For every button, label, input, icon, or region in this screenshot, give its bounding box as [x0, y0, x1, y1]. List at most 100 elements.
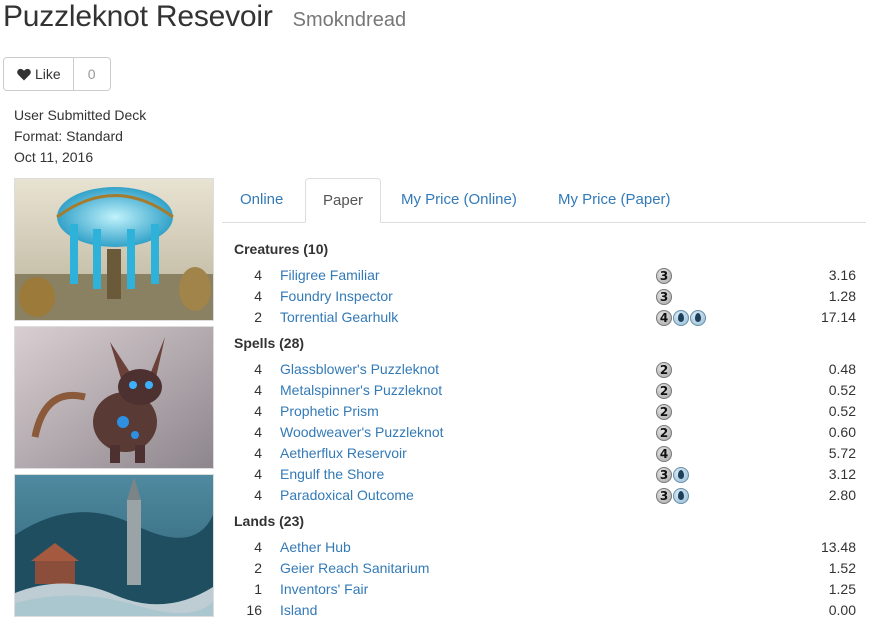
- generic-mana-icon: 2: [656, 383, 672, 399]
- heart-icon: [17, 68, 31, 80]
- card-row: 4 Metalspinner's Puzzleknot 2 0.52: [234, 380, 856, 401]
- card-quantity: 16: [246, 602, 262, 618]
- card-row: 2 Geier Reach Sanitarium 1.52: [234, 558, 856, 579]
- card-art-filigree-familiar[interactable]: [14, 326, 214, 469]
- mana-cost: 4: [656, 446, 672, 462]
- mana-cost: 3: [656, 289, 672, 305]
- tab-my-price-paper[interactable]: My Price (Paper): [541, 178, 688, 222]
- card-name-link[interactable]: Prophetic Prism: [280, 401, 379, 422]
- blue-mana-icon: [673, 467, 689, 483]
- card-row: 4 Aether Hub 13.48: [234, 537, 856, 558]
- card-price: 1.28: [828, 288, 856, 304]
- deck-source: User Submitted Deck: [14, 107, 147, 123]
- deck-author[interactable]: Smokndread: [293, 9, 406, 32]
- generic-mana-icon: 3: [656, 467, 672, 483]
- generic-mana-icon: 4: [656, 446, 672, 462]
- art-image: [15, 327, 213, 468]
- tab-online[interactable]: Online: [223, 178, 300, 222]
- card-quantity: 4: [254, 539, 262, 555]
- card-row: 4 Aetherflux Reservoir 4 5.72: [234, 443, 856, 464]
- generic-mana-icon: 4: [656, 310, 672, 326]
- title-row: Puzzleknot Resevoir Smokndread: [3, 0, 406, 44]
- card-price: 13.48: [820, 539, 856, 555]
- card-price: 17.14: [820, 309, 856, 325]
- card-quantity: 2: [254, 309, 262, 325]
- card-row: 16 Island 0.00: [234, 600, 856, 621]
- card-name-link[interactable]: Foundry Inspector: [280, 286, 393, 307]
- card-row: 4 Glassblower's Puzzleknot 2 0.48: [234, 359, 856, 380]
- card-quantity: 4: [254, 487, 262, 503]
- card-art-engulf-the-shore[interactable]: [14, 474, 214, 617]
- card-row: 1 Inventors' Fair 1.25: [234, 579, 856, 600]
- card-quantity: 1: [254, 581, 262, 597]
- card-name-link[interactable]: Island: [280, 600, 317, 621]
- card-name-link[interactable]: Torrential Gearhulk: [280, 307, 398, 328]
- card-price: 5.72: [828, 445, 856, 461]
- card-name-link[interactable]: Geier Reach Sanitarium: [280, 558, 429, 579]
- card-price: 3.12: [828, 466, 856, 482]
- card-price: 0.60: [828, 424, 856, 440]
- card-quantity: 4: [254, 403, 262, 419]
- card-quantity: 4: [254, 288, 262, 304]
- mana-cost: 2: [656, 383, 672, 399]
- tab-my-price-online[interactable]: My Price (Online): [384, 178, 534, 222]
- card-row: 4 Paradoxical Outcome 3 2.80: [234, 485, 856, 506]
- card-name-link[interactable]: Woodweaver's Puzzleknot: [280, 422, 444, 443]
- mana-cost: 3: [656, 488, 689, 504]
- card-name-link[interactable]: Inventors' Fair: [280, 579, 368, 600]
- card-name-link[interactable]: Filigree Familiar: [280, 265, 380, 286]
- card-price: 0.52: [828, 403, 856, 419]
- section-title-lands: Lands (23): [234, 513, 305, 529]
- generic-mana-icon: 3: [656, 268, 672, 284]
- card-quantity: 4: [254, 382, 262, 398]
- card-name-link[interactable]: Glassblower's Puzzleknot: [280, 359, 439, 380]
- art-image: [15, 475, 213, 616]
- card-name-link[interactable]: Aether Hub: [280, 537, 351, 558]
- card-price: 2.80: [828, 487, 856, 503]
- blue-mana-icon: [673, 310, 689, 326]
- mana-cost: 2: [656, 362, 672, 378]
- section-title-creatures: Creatures (10): [234, 241, 329, 257]
- card-price: 0.00: [828, 602, 856, 618]
- deck-title: Puzzleknot Resevoir: [3, 0, 273, 33]
- card-name-link[interactable]: Aetherflux Reservoir: [280, 443, 407, 464]
- blue-mana-icon: [673, 488, 689, 504]
- card-row: 4 Filigree Familiar 3 3.16: [234, 265, 856, 286]
- deck-meta: User Submitted Deck Format: Standard Oct…: [14, 105, 146, 168]
- card-price: 3.16: [828, 267, 856, 283]
- generic-mana-icon: 2: [656, 362, 672, 378]
- deck-date: Oct 11, 2016: [14, 149, 94, 165]
- card-name-link[interactable]: Engulf the Shore: [280, 464, 384, 485]
- like-button[interactable]: Like: [3, 57, 74, 91]
- card-row: 4 Woodweaver's Puzzleknot 2 0.60: [234, 422, 856, 443]
- section-title-spells: Spells (28): [234, 335, 305, 351]
- mana-cost: 3: [656, 467, 689, 483]
- mana-cost: 2: [656, 425, 672, 441]
- card-quantity: 4: [254, 424, 262, 440]
- card-name-link[interactable]: Paradoxical Outcome: [280, 485, 414, 506]
- like-label: Like: [35, 66, 61, 82]
- card-quantity: 4: [254, 361, 262, 377]
- generic-mana-icon: 3: [656, 289, 672, 305]
- card-quantity: 2: [254, 560, 262, 576]
- card-price: 1.25: [828, 581, 856, 597]
- card-price: 0.52: [828, 382, 856, 398]
- card-row: 4 Engulf the Shore 3 3.12: [234, 464, 856, 485]
- card-row: 4 Foundry Inspector 3 1.28: [234, 286, 856, 307]
- like-group: Like 0: [3, 57, 111, 91]
- like-count: 0: [73, 57, 111, 91]
- card-row: 4 Prophetic Prism 2 0.52: [234, 401, 856, 422]
- card-name-link[interactable]: Metalspinner's Puzzleknot: [280, 380, 442, 401]
- mana-cost: 3: [656, 268, 672, 284]
- tab-paper[interactable]: Paper: [305, 178, 382, 223]
- generic-mana-icon: 3: [656, 488, 672, 504]
- generic-mana-icon: 2: [656, 404, 672, 420]
- generic-mana-icon: 2: [656, 425, 672, 441]
- mana-cost: 4: [656, 310, 706, 326]
- card-quantity: 4: [254, 466, 262, 482]
- deck-format: Format: Standard: [14, 128, 123, 144]
- card-price: 1.52: [828, 560, 856, 576]
- blue-mana-icon: [690, 310, 706, 326]
- card-quantity: 4: [254, 267, 262, 283]
- card-art-aetherflux-reservoir[interactable]: [14, 178, 214, 321]
